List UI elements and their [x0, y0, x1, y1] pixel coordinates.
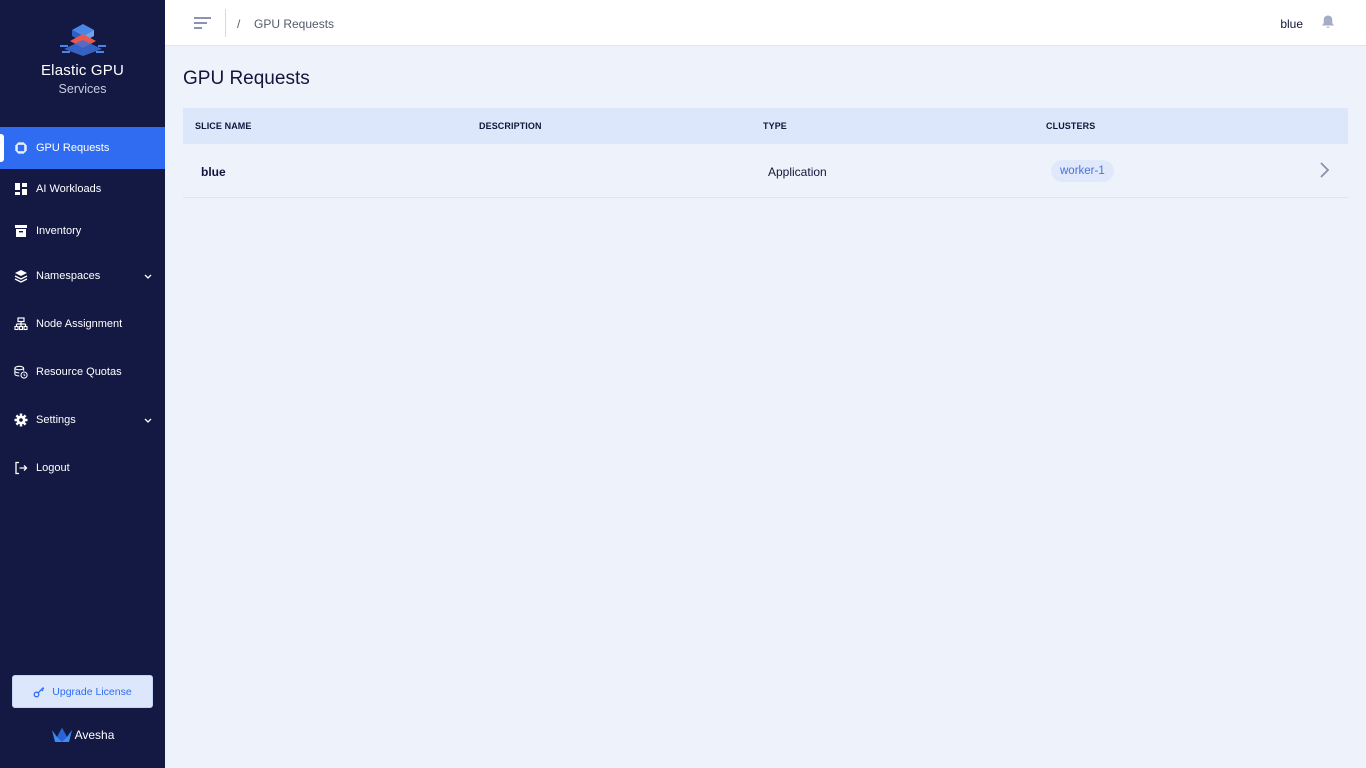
logout-icon: [14, 461, 28, 475]
breadcrumb[interactable]: GPU Requests: [254, 17, 334, 31]
column-header-clusters: CLUSTERS: [1046, 121, 1096, 131]
column-header-slice-name: SLICE NAME: [195, 121, 252, 131]
chevron-right-icon[interactable]: [1318, 161, 1330, 184]
upgrade-license-label: Upgrade License: [52, 685, 132, 698]
header-divider: [225, 9, 226, 37]
brand-subtitle: Services: [58, 82, 107, 96]
type-cell: Application: [768, 165, 827, 179]
cluster-chip: worker-1: [1051, 160, 1114, 182]
breadcrumb-separator: /: [237, 17, 241, 31]
sidebar-item-inventory[interactable]: Inventory: [0, 210, 165, 252]
upgrade-license-button[interactable]: Upgrade License: [12, 675, 153, 708]
avesha-logo: Avesha: [0, 727, 165, 743]
gpu-requests-table: SLICE NAME DESCRIPTION TYPE CLUSTERS blu…: [183, 108, 1348, 198]
bell-icon[interactable]: [1320, 14, 1336, 35]
brand: Elastic GPU Services: [0, 22, 165, 98]
dashboard-icon: [14, 182, 28, 196]
menu-toggle-button[interactable]: [193, 14, 213, 32]
sidebar-item-label: Inventory: [36, 225, 82, 237]
elastic-gpu-logo-icon: [59, 24, 106, 56]
user-name[interactable]: blue: [1280, 17, 1303, 31]
avesha-crown-icon: [51, 727, 73, 743]
sidebar-item-label: Node Assignment: [36, 318, 123, 330]
gear-icon: [14, 413, 28, 427]
column-header-description: DESCRIPTION: [479, 121, 542, 131]
sidebar-item-label: AI Workloads: [36, 183, 102, 195]
page-title: GPU Requests: [183, 68, 310, 89]
brand-title: Elastic GPU: [40, 62, 125, 79]
sidebar-item-label: GPU Requests: [36, 142, 110, 154]
column-header-type: TYPE: [763, 121, 787, 131]
avesha-brand-text: Avesha: [74, 728, 115, 742]
chevron-down-icon: [143, 415, 153, 428]
slice-name-cell: blue: [201, 165, 226, 179]
chip-icon: [14, 141, 28, 155]
sidebar-item-label: Settings: [36, 414, 76, 426]
sidebar-item-settings[interactable]: Settings: [0, 399, 165, 441]
sidebar-item-label: Resource Quotas: [36, 366, 122, 378]
topbar: / GPU Requests blue: [165, 0, 1366, 46]
archive-icon: [14, 224, 28, 238]
sidebar-item-resource-quotas[interactable]: Resource Quotas: [0, 351, 165, 393]
key-icon: [33, 686, 45, 698]
sidebar-item-label: Namespaces: [36, 270, 101, 282]
sidebar-item-gpu-requests[interactable]: GPU Requests: [0, 127, 165, 169]
layers-icon: [14, 269, 28, 283]
hamburger-icon: [194, 17, 211, 29]
database-clock-icon: [14, 365, 28, 379]
sidebar: Elastic GPU Services GPU Requests AI Wor…: [0, 0, 165, 768]
sidebar-item-node-assignment[interactable]: Node Assignment: [0, 303, 165, 345]
table-row[interactable]: blue Application worker-1: [183, 144, 1348, 198]
chevron-down-icon: [143, 271, 153, 284]
sitemap-icon: [14, 317, 28, 331]
sidebar-item-ai-workloads[interactable]: AI Workloads: [0, 168, 165, 210]
sidebar-item-namespaces[interactable]: Namespaces: [0, 255, 165, 297]
sidebar-item-logout[interactable]: Logout: [0, 447, 165, 489]
table-header: SLICE NAME DESCRIPTION TYPE CLUSTERS: [183, 108, 1348, 144]
sidebar-item-label: Logout: [36, 462, 70, 474]
